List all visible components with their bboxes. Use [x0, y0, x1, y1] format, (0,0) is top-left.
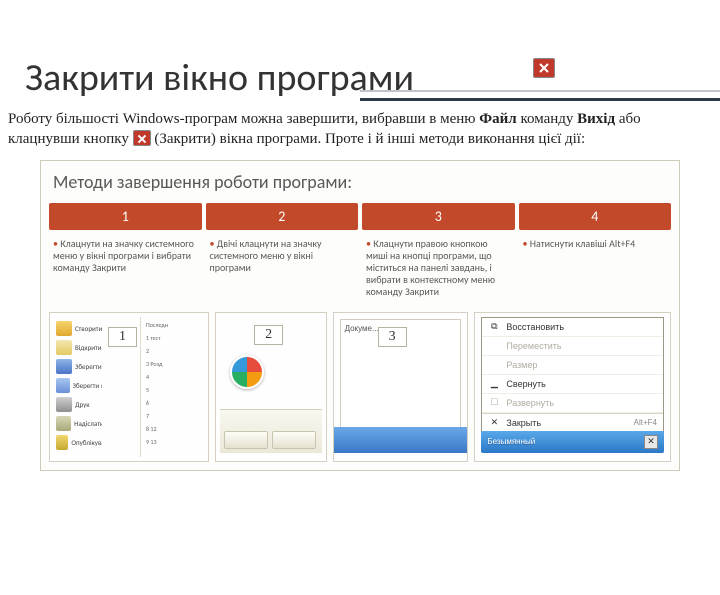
column-number: 3 — [362, 203, 515, 230]
footer-buttons — [224, 431, 316, 449]
body-part: команду — [517, 111, 577, 127]
open-icon — [56, 340, 72, 355]
menu-label: Размер — [506, 360, 537, 370]
menu-label: Зберегти — [75, 362, 102, 371]
figure-columns: 1 Клацнути на значку системного меню у в… — [45, 203, 675, 306]
new-icon — [56, 321, 72, 336]
body-text: Роботу більшості Windows-програм можна з… — [8, 109, 710, 150]
column-text: Клацнути на значку системного меню у вік… — [49, 230, 202, 282]
recent-item: 9 13 — [146, 438, 204, 446]
document-label: Докуме... — [345, 324, 379, 333]
menu-label: Закрыть — [506, 418, 541, 428]
method-column: 2 Двічі клацнути на значку системного ме… — [206, 203, 359, 306]
decorative-rules — [360, 90, 720, 107]
column-number: 4 — [519, 203, 672, 230]
menu-label: Створити — [75, 324, 102, 333]
menu-label: Зберегти як — [73, 381, 102, 390]
column-text: Двічі клацнути на значку системного меню… — [206, 230, 359, 282]
close-icon — [133, 130, 151, 146]
menu-footer — [220, 409, 321, 453]
screenshot-3: 3 Докуме... — [333, 312, 469, 462]
screenshots-row: 1 Створити Відкрити Зберегти Зберегти як… — [45, 306, 675, 466]
send-icon — [56, 416, 71, 431]
recent-item: 8 12 — [146, 425, 204, 433]
menu-restore: ⧉ Восстановить — [482, 318, 663, 337]
recent-item: 5 — [146, 386, 204, 394]
methods-figure: Методи завершення роботи програми: 1 Кла… — [40, 160, 680, 471]
method-column: 3 Клацнути правою кнопкою миші на кнопці… — [362, 203, 515, 306]
recent-head: Последн — [146, 321, 204, 329]
menu-close: ✕ Закрыть Alt+F4 — [482, 413, 663, 433]
menu-minimize: ▁ Свернуть — [482, 375, 663, 394]
bold-file: Файл — [479, 111, 516, 127]
figure-title: Методи завершення роботи програми: — [45, 165, 675, 203]
blank-icon — [488, 359, 500, 371]
column-text: Натиснути клавіші Alt+F4 — [519, 230, 672, 258]
blank-icon — [488, 340, 500, 352]
method-column: 4 Натиснути клавіші Alt+F4 — [519, 203, 672, 306]
recent-item: 2 — [146, 347, 204, 355]
column-number: 1 — [49, 203, 202, 230]
recent-item: 3 Розд — [146, 360, 204, 368]
saveas-icon — [56, 378, 70, 393]
menu-label: Восстановить — [506, 322, 564, 332]
screenshot-2: 2 — [215, 312, 326, 462]
menu-label: Опублікувати — [71, 438, 102, 447]
badge-1: 1 — [108, 327, 137, 347]
shortcut-label: Alt+F4 — [634, 418, 657, 427]
publish-icon — [56, 435, 68, 450]
context-menu: ⧉ Восстановить Переместить Размер ▁ Сверну… — [481, 317, 664, 434]
close-icon: ✕ — [644, 435, 658, 449]
restore-icon: ⧉ — [488, 321, 500, 333]
menu-label: Свернуть — [506, 379, 545, 389]
menu-maximize: ☐ Развернуть — [482, 394, 663, 413]
save-icon — [56, 359, 72, 374]
office-button-icon — [230, 355, 264, 389]
badge-2: 2 — [254, 325, 283, 345]
minimize-icon: ▁ — [488, 378, 500, 390]
body-part: (Закрити) вікна програми. Проте і й інші… — [151, 131, 586, 147]
taskbar-label: Безымянный — [487, 437, 535, 446]
menu-label: Развернуть — [506, 398, 554, 408]
separator — [140, 317, 141, 457]
recent-list: Последн 1 тест 2 3 Розд 4 5 6 7 8 12 9 1… — [146, 321, 204, 451]
taskbar — [334, 427, 468, 453]
column-text: Клацнути правою кнопкою миші на кнопці п… — [362, 230, 515, 306]
menu-label: Друк — [75, 400, 90, 409]
menu-move: Переместить — [482, 337, 663, 356]
close-icon — [533, 58, 555, 78]
menu-label: Переместить — [506, 341, 561, 351]
badge-3: 3 — [378, 327, 407, 347]
screenshot-1: 1 Створити Відкрити Зберегти Зберегти як… — [49, 312, 209, 462]
maximize-icon: ☐ — [488, 397, 500, 409]
body-part: Роботу більшості Windows-програм можна з… — [8, 111, 479, 127]
recent-item: 4 — [146, 373, 204, 381]
screenshot-4: ⧉ Восстановить Переместить Размер ▁ Сверну… — [474, 312, 671, 462]
close-icon: ✕ — [488, 417, 500, 429]
file-menu-items: Створити Відкрити Зберегти Зберегти як Д… — [54, 319, 102, 452]
print-icon — [56, 397, 72, 412]
method-column: 1 Клацнути на значку системного меню у в… — [49, 203, 202, 306]
menu-size: Размер — [482, 356, 663, 375]
menu-label: Відкрити — [75, 343, 102, 352]
recent-item: 1 тест — [146, 334, 204, 342]
column-number: 2 — [206, 203, 359, 230]
recent-item: 7 — [146, 412, 204, 420]
menu-label: Надіслати — [74, 419, 102, 428]
recent-item: 6 — [146, 399, 204, 407]
bold-exit: Вихід — [577, 111, 615, 127]
taskbar-item: Безымянный ✕ — [481, 431, 664, 453]
